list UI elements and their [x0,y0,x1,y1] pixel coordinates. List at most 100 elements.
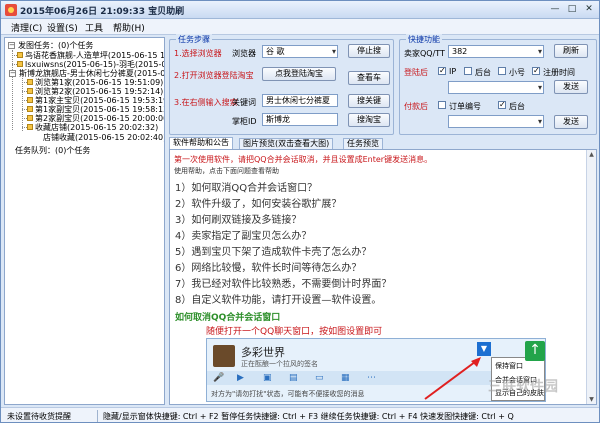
tree-item[interactable]: 斯博龙旗舰店-男士休闲七分裤夏(2015-06-1 [19,69,164,78]
step3-label: 3.在右侧输入搜索 [174,98,238,107]
task-folder-icon [17,61,23,67]
quick-functions-legend: 快捷功能 [406,34,442,45]
step2-label: 2.打开浏览器登陆淘宝 [174,71,254,80]
tree-item[interactable]: 第1家主宝贝(2015-06-15 19:53:19) [35,96,164,105]
task-item-icon [27,124,33,130]
menu-keep-window: 保持窗口 [495,362,523,370]
status-reminder: 未设置待收货提醒 [7,412,71,421]
collapse-toggle-icon[interactable]: − [8,42,15,49]
maximize-icon[interactable]: □ [564,3,580,16]
task-tree[interactable]: − 发图任务：(0)个任务 鸟语花香旗舰-人造草坪(2015-06-15 13:… [4,37,165,405]
order-number-checkbox[interactable] [438,101,446,109]
seller-qq-label: 卖家QQ/TT [404,49,445,58]
keyword-input[interactable]: 男士休闲七分裤夏 [262,94,338,107]
scroll-up-icon[interactable]: ▲ [587,150,596,159]
help-question-link[interactable]: 6）网络比较慢，软件长时间等待怎么办？ [175,259,361,274]
avatar [213,345,235,367]
red-arrow-icon [424,357,481,400]
tree-item[interactable]: 店铺收藏(2015-06-15 20:02:40) [43,133,164,142]
tab-help[interactable]: 软件帮助和公告 [169,137,233,149]
help-question-link[interactable]: 1）如何取消QQ合并会话窗口？ [175,179,317,194]
task-item-icon [27,79,33,85]
video-icon: ▶ [237,373,244,383]
seller-id-input[interactable]: 斯博龙 [262,113,338,126]
task-folder-icon [17,52,23,58]
tree-item[interactable]: 收藏店铺(2015-06-15 20:02:32) [35,123,158,132]
menu-clear[interactable]: 清理(C) [11,21,42,34]
tree-item[interactable]: 浏览第2家(2015-06-15 19:52:14) [35,87,163,96]
browser-select[interactable]: 谷 歌 [262,45,338,58]
task-steps-group: 任务步骤 1.选择浏览器 浏览器 谷 歌 停止搜 2.打开浏览器登陆淘宝 点我登… [169,34,394,135]
help-question-link[interactable]: 2）软件升级了，如何安装谷歌扩展？ [175,195,341,210]
help-question-link[interactable]: 3）如何刷双链接及多链接？ [175,211,301,226]
window-title: 2015年06月26日 21:09:33 宝贝助刷 [20,7,185,17]
quick-functions-group: 快捷功能 卖家QQ/TT 382 刷新 登陆后 ✓ IP 后台 小号 ✓ 注册时… [399,34,597,135]
send-button-2[interactable]: 发送 [554,115,588,129]
register-time-checkbox-label: 注册时间 [543,68,575,77]
ip-checkbox[interactable]: ✓ [438,67,446,75]
refresh-button[interactable]: 刷新 [554,44,588,58]
share-icon: ▣ [263,373,272,383]
help-question-link[interactable]: 7）我已经对软件比较熟悉，不需要倒计时界面？ [175,275,391,290]
send-button-1[interactable]: 发送 [554,80,588,94]
status-shortcuts: 隐藏/显示窗体快捷键: Ctrl + F2 暂停任务快捷键: Ctrl + F3… [103,412,514,421]
seller-qq-select[interactable]: 382 [448,45,544,58]
qq-status-footer: 对方为"请勿打扰"状态，可能有不便接收您的消息 [211,390,365,398]
login-message-select[interactable] [448,81,544,94]
help-question-link[interactable]: 5）遇到宝贝下架了造成软件卡壳了怎么办？ [175,243,371,258]
tab-image-preview[interactable]: 图片预览(双击查看大图) [239,138,334,149]
login-after-label: 登陆后 [404,68,428,77]
search-keyword-button[interactable]: 搜关键 [348,94,390,108]
xiaohao-checkbox[interactable] [498,67,506,75]
task-item-icon [27,97,33,103]
task-item-icon [27,88,33,94]
tree-item[interactable]: lsxuiwsns(2015-06-15)-羽毛(2015-06-15 17:4… [25,60,164,69]
login-taobao-button[interactable]: 点我登陆淘宝 [262,67,336,81]
menu-help[interactable]: 帮助(H) [113,21,145,34]
menu-settings[interactable]: 设置(S) [47,21,78,34]
menu-bar: 清理(C) 设置(S) 工具 帮助(H) [1,19,599,35]
task-steps-legend: 任务步骤 [176,34,212,45]
backend-checkbox-label: 后台 [475,68,491,77]
register-time-checkbox[interactable]: ✓ [532,67,540,75]
queue-root[interactable]: 任务队列：(0)个任务 [15,146,90,155]
watermark: 三联软件园 [488,379,558,395]
screen-icon: ▭ [315,373,324,383]
task-item-icon [27,115,33,121]
help-subheading: 如何取消QQ合并会话窗口 [175,313,281,323]
qq-signature: 正在酝酿一个拉风的签名 [241,360,318,368]
qq-contact-name: 多彩世界 [241,346,285,359]
help-question-link[interactable]: 4）卖家指定了副宝贝怎么办？ [175,227,311,242]
pay-message-select[interactable] [448,115,544,128]
menu-tools[interactable]: 工具 [85,21,103,34]
tree-root[interactable]: 发图任务：(0)个任务 [18,41,93,50]
minimize-icon[interactable]: — [547,3,563,16]
stop-search-button[interactable]: 停止搜 [348,44,390,58]
tab-strip: 软件帮助和公告 图片预览(双击查看大图) 任务预览 [169,137,597,149]
tree-item[interactable]: 鸟语花香旗舰-人造草坪(2015-06-15 13:2 [25,51,164,60]
tree-item[interactable]: 第1家副宝贝(2015-06-15 19:58:13) [35,105,164,114]
help-subnote: 随便打开一个QQ聊天窗口，按如图设置即可 [206,327,383,337]
browser-label: 浏览器 [232,49,256,58]
vertical-scrollbar[interactable]: ▲ ▼ [586,150,596,404]
microphone-icon: 🎤 [213,373,225,383]
collapse-toggle-icon[interactable]: − [9,70,16,77]
scroll-down-icon[interactable]: ▼ [587,395,596,404]
backend2-checkbox[interactable]: ✓ [498,101,506,109]
ip-checkbox-label: IP [449,67,457,76]
view-cart-button[interactable]: 查看车 [348,71,390,85]
search-taobao-button[interactable]: 搜淘宝 [348,113,390,127]
tab-task-preview[interactable]: 任务预览 [343,138,383,149]
backend-checkbox[interactable] [464,67,472,75]
order-number-checkbox-label: 订单编号 [449,102,481,111]
tree-item[interactable]: 浏览第1家(2015-06-15 19:51:09) [35,78,163,87]
file-icon: ▤ [289,373,298,383]
close-icon[interactable]: ✕ [581,3,597,16]
help-hint: 使用帮助，点击下面问题查看帮助 [174,167,279,175]
first-use-notice: 第一次使用软件，请把QQ合并会话取消，并且设置成Enter键发送消息。 [174,155,433,164]
status-bar: 未设置待收货提醒 隐藏/显示窗体快捷键: Ctrl + F2 暂停任务快捷键: … [1,407,599,422]
step1-label: 1.选择浏览器 [174,49,222,58]
tree-item[interactable]: 第2家副宝贝(2015-06-15 20:00:00) [35,114,164,123]
more-icon: ⋯ [367,373,376,383]
help-question-link[interactable]: 8）自定义软件功能，请打开设置—软件设置。 [175,291,381,306]
